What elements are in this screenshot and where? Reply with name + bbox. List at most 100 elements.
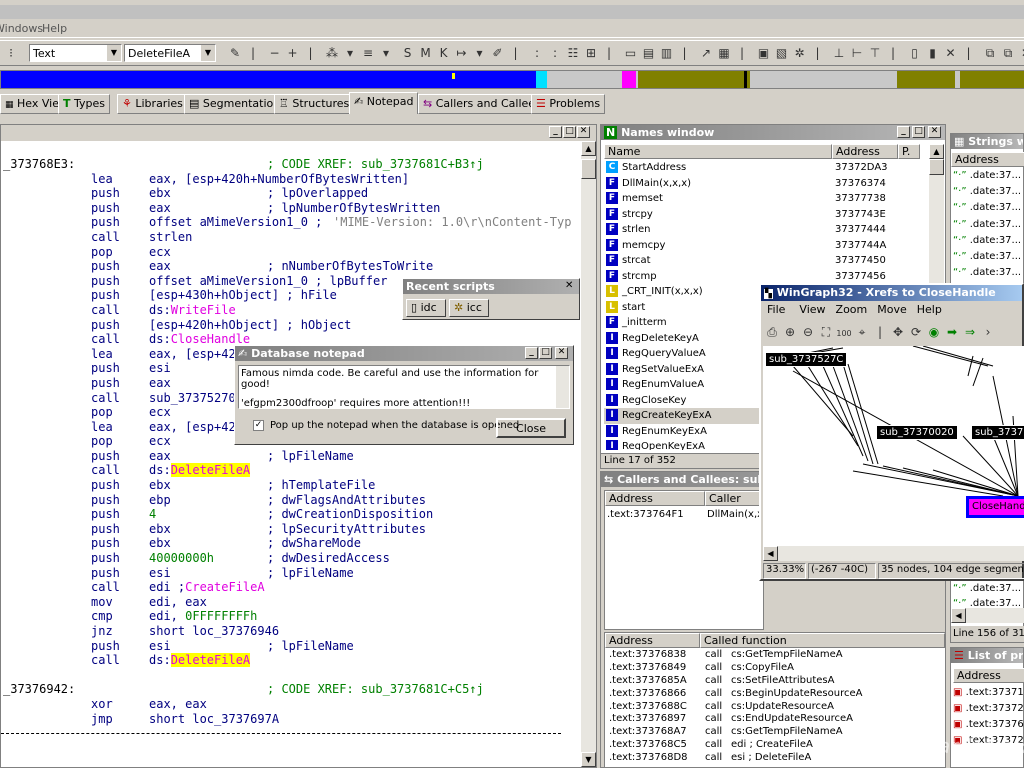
struct-icon[interactable]: M: [417, 44, 435, 62]
names-row[interactable]: Fstrcpy 3737743E: [604, 207, 928, 223]
callers-col-caller[interactable]: Caller: [705, 491, 765, 506]
callees-row[interactable]: .text:3737688C call cs:UpdateResourceA: [609, 701, 945, 714]
menu-help[interactable]: Help: [42, 22, 67, 35]
strings-list[interactable]: “·” .date:37... “·” .date:37... “·” .date:…: [953, 168, 1024, 298]
disasm-line[interactable]: push 40000000h ; dwDesiredAccess: [3, 551, 579, 566]
window-icon[interactable]: ▥: [658, 44, 676, 62]
names-row[interactable]: C StartAddress 37372DA3: [604, 160, 928, 176]
window-icon[interactable]: ▭: [622, 44, 640, 62]
dropdown-icon[interactable]: ▾: [341, 44, 359, 62]
print-icon[interactable]: ⎙: [763, 323, 781, 341]
wingraph-menu-help[interactable]: Help: [917, 303, 942, 316]
wingraph-menu-view[interactable]: View: [799, 303, 825, 316]
flow-icon[interactable]: ⊤: [866, 44, 884, 62]
scroll-down-icon[interactable]: ▼: [581, 752, 596, 767]
graph-node-sub-3737[interactable]: sub_3737: [971, 425, 1024, 440]
callees-row[interactable]: .text:37376838 call cs:GetTempFileNameA: [609, 649, 945, 662]
grid-icon[interactable]: ⊞: [582, 44, 600, 62]
strings-col-address[interactable]: Address: [951, 152, 1024, 167]
strings-row[interactable]: “·” .date:37...: [953, 581, 1024, 596]
disasm-line[interactable]: push esi ; lpFileName: [3, 566, 579, 581]
tab-segmentation[interactable]: ▤ Segmentation: [184, 94, 286, 114]
scroll-left-icon[interactable]: ◀: [951, 608, 966, 623]
copy-icon[interactable]: ⧉: [999, 44, 1017, 62]
callees-list[interactable]: .text:37376838 call cs:GetTempFileNameA .te…: [609, 649, 945, 765]
disasm-line[interactable]: push esi ; lpFileName: [3, 639, 579, 654]
doc-icon[interactable]: ▮: [924, 44, 942, 62]
graph-node-sub-3737527c[interactable]: sub_3737527C: [765, 352, 848, 367]
script-icc-button[interactable]: ✲ icc: [449, 299, 489, 317]
disasm-line[interactable]: call strlen: [3, 230, 579, 245]
tab-libraries[interactable]: ⚘ Libraries: [117, 94, 188, 114]
disasm-line[interactable]: jmp short loc_3737697A: [3, 712, 579, 727]
disassembly-listing[interactable]: _373768E3: ; CODE XREF: sub_3737681C+B3↑j…: [3, 157, 579, 757]
names-row[interactable]: Fmemcpy 3737744A: [604, 238, 928, 254]
disasm-line[interactable]: _373768E3: ; CODE XREF: sub_3737681C+B3↑j: [3, 157, 579, 172]
callers-col-address[interactable]: Address: [605, 491, 705, 506]
disasm-line[interactable]: push ebx ; hTemplateFile: [3, 478, 579, 493]
callees-row[interactable]: .text:373768C5 call edi ; CreateFileA: [609, 739, 945, 752]
notepad-scrollbar[interactable]: [556, 366, 569, 408]
disasm-line[interactable]: call edi ;CreateFileA: [3, 580, 579, 595]
window-icon[interactable]: ▤: [640, 44, 658, 62]
zoom-in-icon[interactable]: ⊕: [781, 323, 799, 341]
disasm-line[interactable]: call ds:DeleteFileA: [3, 653, 579, 668]
wingraph-menu-file[interactable]: File: [767, 303, 785, 316]
popup-checkbox[interactable]: ✓: [253, 420, 264, 431]
disasm-line[interactable]: push ebp ; dwFlagsAndAttributes: [3, 493, 579, 508]
strings-list-lower[interactable]: “·” .date:37... “·” .date:37...: [953, 581, 1024, 611]
problems-row[interactable]: ▣ .text:37371E: [953, 685, 1024, 701]
minimize-icon[interactable]: _: [897, 126, 910, 138]
maximize-icon[interactable]: □: [912, 126, 925, 138]
strings-hscrollbar[interactable]: ◀: [951, 608, 1024, 623]
navigation-band[interactable]: [0, 70, 1024, 89]
k-icon[interactable]: K: [435, 44, 453, 62]
script-idc-button[interactable]: ▯ idc: [406, 299, 446, 317]
line-function-ref[interactable]: DeleteFileA: [170, 463, 251, 478]
pen-icon[interactable]: ✎: [226, 44, 244, 62]
close-icon[interactable]: ✕: [555, 347, 568, 359]
colon-icon[interactable]: :: [546, 44, 564, 62]
table-icon[interactable]: ▦: [715, 44, 733, 62]
column-name[interactable]: Name: [604, 144, 832, 159]
strings-row[interactable]: “·” .date:37...: [953, 233, 1024, 249]
callees-col-address[interactable]: Address: [605, 633, 700, 648]
names-row[interactable]: Fstrcat 37377450: [604, 253, 928, 269]
problems-row[interactable]: ▣ .text:37372B: [953, 701, 1024, 717]
callees-row[interactable]: .text:3737685A call cs:SetFileAttributesA: [609, 675, 945, 688]
function-combo[interactable]: DeleteFileA ▼: [124, 44, 216, 62]
colon-icon[interactable]: :: [528, 44, 546, 62]
tab-structures[interactable]: ♖ Structures: [274, 94, 355, 114]
wingraph-menu-move[interactable]: Move: [877, 303, 907, 316]
string-icon[interactable]: S: [399, 44, 417, 62]
close-icon[interactable]: ✕: [1017, 44, 1024, 62]
zoom-out-icon[interactable]: ⊖: [799, 323, 817, 341]
disasm-line[interactable]: push ebx ; lpOverlapped: [3, 186, 579, 201]
wingraph-menu-zoom[interactable]: Zoom: [836, 303, 868, 316]
line-function-ref[interactable]: WriteFile: [171, 303, 236, 317]
disasm-line[interactable]: push ebx ; lpSecurityAttributes: [3, 522, 579, 537]
tab-types[interactable]: T Types: [58, 94, 111, 114]
fit-icon[interactable]: ⛶: [817, 323, 835, 341]
dropdown-icon[interactable]: ▾: [471, 44, 489, 62]
disasm-line[interactable]: push eax ; lpFileName: [3, 449, 579, 464]
graph-icon[interactable]: ✲: [791, 44, 809, 62]
problems-row[interactable]: ▣ .text:37376: [953, 717, 1024, 733]
strings-row[interactable]: “·” .date:37...: [953, 184, 1024, 200]
disasm-line[interactable]: push ebx ; dwShareMode: [3, 536, 579, 551]
copy-icon[interactable]: ⧉: [981, 44, 999, 62]
disasm-line[interactable]: push offset aMimeVersion1_0 ; 'MIME-Versio…: [3, 215, 579, 230]
more-icon[interactable]: ›: [979, 323, 997, 341]
names-row[interactable]: Fstrlen 37377444: [604, 222, 928, 238]
disasm-line[interactable]: jnz short loc_37376946: [3, 624, 579, 639]
disasm-line[interactable]: push 4 ; dwCreationDisposition: [3, 507, 579, 522]
callees-row[interactable]: .text:373768D8 call esi ; DeleteFileA: [609, 752, 945, 765]
disasm-line[interactable]: xor eax, eax: [3, 697, 579, 712]
minimize-icon[interactable]: _: [525, 347, 538, 359]
line-function-ref[interactable]: CreateFileA: [185, 580, 264, 594]
scroll-up-icon[interactable]: ▲: [581, 141, 596, 156]
tab-notepad[interactable]: ✍ Notepad: [349, 92, 419, 114]
disassembly-scrollbar[interactable]: ▲ ▼: [581, 141, 596, 767]
notepad-close-button[interactable]: Close: [496, 418, 566, 438]
layout-icon[interactable]: ◉: [925, 323, 943, 341]
